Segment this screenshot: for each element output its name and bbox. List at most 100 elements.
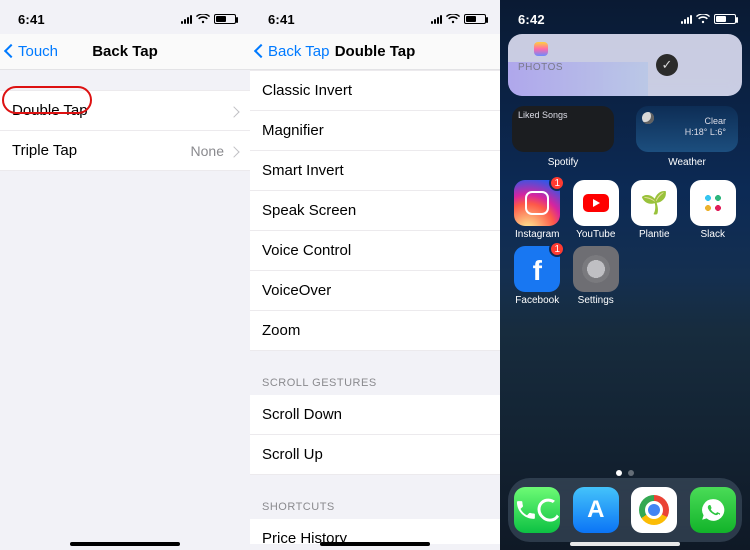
weather-cond: Clear [685,116,726,127]
row-label: VoiceOver [262,282,331,299]
row-label: Zoom [262,322,300,339]
weather-hilo: H:18° L:6° [685,127,726,138]
row-detail: None [191,143,238,159]
screen-backtap-settings: 6:41 Touch Back Tap Double Tap Triple Ta… [0,0,250,550]
app-icon: 1 [514,246,560,292]
row-scroll-up[interactable]: Scroll Up [250,435,500,475]
cellular-icon [181,14,192,24]
nav-header: Back Tap Double Tap [250,34,500,70]
app-phone[interactable] [514,487,560,533]
row-zoom[interactable]: Zoom [250,311,500,351]
screen-doubletap-actions: 6:41 Back Tap Double Tap Classic Invert … [250,0,500,550]
chevron-right-icon [230,143,238,159]
app-label: Plantie [639,229,670,240]
row-scroll-down[interactable]: Scroll Down [250,395,500,435]
app-icon [573,487,619,533]
row-label: Voice Control [262,242,351,259]
wifi-icon [696,14,710,24]
cellular-icon [431,14,442,24]
status-bar: 6:42 [500,0,750,34]
row-label: Classic Invert [262,82,352,99]
app-icon [573,246,619,292]
row-label: Smart Invert [262,162,344,179]
battery-icon [464,14,486,24]
row-triple-tap[interactable]: Triple Tap None [0,131,250,171]
nav-header: Touch Back Tap [0,34,250,70]
chevron-right-icon [230,103,238,119]
group-header: SHORTCUTS [250,495,500,519]
group-header: SCROLL GESTURES [250,371,500,395]
app-label: Settings [578,295,614,306]
app-icon [690,180,736,226]
app-app-store[interactable] [573,487,619,533]
page-title: Double Tap [335,43,416,60]
app-label: Instagram [515,229,559,240]
app-icon: 1 [514,180,560,226]
row-label: Double Tap [12,102,88,119]
app-chrome[interactable] [631,487,677,533]
app-grid: 1 Facebook Settings [512,246,738,306]
row-magnifier[interactable]: Magnifier [250,111,500,151]
back-button[interactable]: Touch [6,43,58,60]
home-indicator[interactable] [320,542,430,546]
back-button[interactable]: Back Tap [256,43,329,60]
backtap-group: Double Tap Triple Tap None [0,90,250,171]
app-grid: 1 Instagram YouTube Plantie Slack [512,180,738,240]
widget-weather[interactable]: Clear H:18° L:6° Weather [636,106,738,152]
status-bar: 6:41 [250,0,500,34]
page-title: Back Tap [92,43,158,60]
app-icon [514,487,560,533]
app-slack[interactable]: Slack [688,180,739,240]
group-accessibility: Classic Invert Magnifier Smart Invert Sp… [250,70,500,351]
status-right [431,14,486,24]
status-bar: 6:41 [0,0,250,34]
back-label: Touch [18,43,58,60]
cellular-icon [681,14,692,24]
status-right [681,14,736,24]
row-speak-screen[interactable]: Speak Screen [250,191,500,231]
back-label: Back Tap [268,43,329,60]
status-time: 6:42 [518,12,545,27]
options-scroll[interactable]: Classic Invert Magnifier Smart Invert Sp… [250,70,500,544]
app-label: Facebook [515,295,559,306]
row-double-tap[interactable]: Double Tap [0,90,250,131]
app-facebook[interactable]: 1 Facebook [512,246,563,306]
screen-home: 6:42 PHOTOS ✓ Liked Songs Spotify [500,0,750,550]
status-time: 6:41 [18,12,45,27]
group-scroll-gestures: SCROLL GESTURES Scroll Down Scroll Up [250,371,500,475]
widget-label: Spotify [512,157,614,168]
battery-icon [214,14,236,24]
app-youtube[interactable]: YouTube [571,180,622,240]
badge: 1 [549,241,565,257]
widget-label: Weather [636,157,738,168]
app-whatsapp[interactable] [690,487,736,533]
app-label: Slack [701,229,725,240]
row-label: Speak Screen [262,202,356,219]
app-plantie[interactable]: Plantie [629,180,680,240]
widget-spotify[interactable]: Liked Songs Spotify [512,106,614,152]
app-icon [631,487,677,533]
weather-text: Clear H:18° L:6° [679,112,732,143]
app-icon [573,180,619,226]
home-indicator[interactable] [70,542,180,546]
widget-title: Liked Songs [512,106,614,125]
group-shortcuts: SHORTCUTS Price History W Water Eject Yo… [250,495,500,544]
row-classic-invert[interactable]: Classic Invert [250,70,500,111]
row-voiceover[interactable]: VoiceOver [250,271,500,311]
battery-icon [714,14,736,24]
home-indicator[interactable] [570,542,680,546]
app-settings[interactable]: Settings [571,246,622,306]
row-voice-control[interactable]: Voice Control [250,231,500,271]
status-time: 6:41 [268,12,295,27]
row-label: Magnifier [262,122,324,139]
page-indicator[interactable] [500,470,750,476]
chevron-left-icon [6,43,16,60]
row-price-history[interactable]: Price History [250,519,500,544]
app-icon [690,487,736,533]
app-label: YouTube [576,229,615,240]
badge: 1 [549,175,565,191]
row-detail [230,103,238,119]
row-smart-invert[interactable]: Smart Invert [250,151,500,191]
app-instagram[interactable]: 1 Instagram [512,180,563,240]
row-label: Triple Tap [12,142,77,159]
